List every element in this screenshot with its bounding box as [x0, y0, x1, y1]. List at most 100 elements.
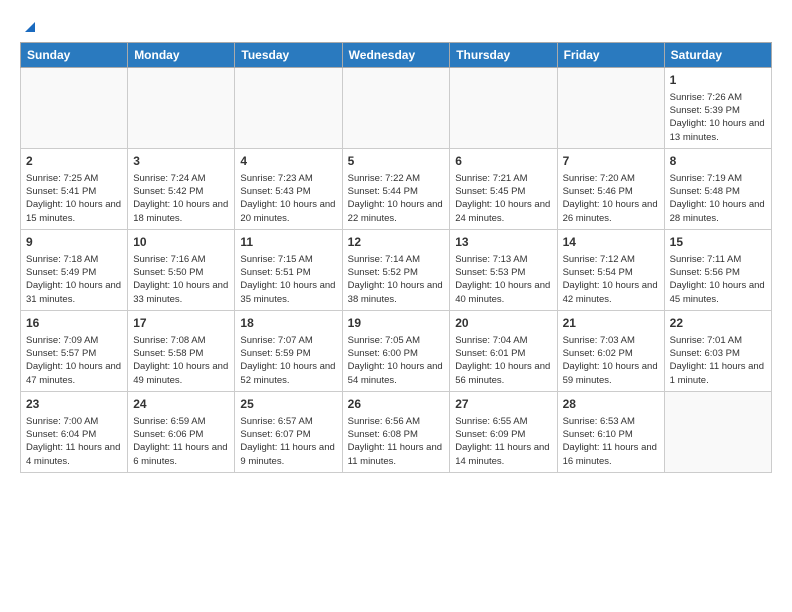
page-header: [20, 16, 772, 34]
calendar-cell: 1Sunrise: 7:26 AM Sunset: 5:39 PM Daylig…: [664, 68, 771, 149]
day-info: Sunrise: 6:53 AM Sunset: 6:10 PM Dayligh…: [563, 415, 659, 468]
day-number: 22: [670, 315, 766, 332]
calendar-cell: [128, 68, 235, 149]
calendar-header-row: SundayMondayTuesdayWednesdayThursdayFrid…: [21, 43, 772, 68]
day-number: 8: [670, 153, 766, 170]
day-number: 11: [240, 234, 336, 251]
day-number: 16: [26, 315, 122, 332]
day-info: Sunrise: 7:23 AM Sunset: 5:43 PM Dayligh…: [240, 172, 336, 225]
weekday-header: Sunday: [21, 43, 128, 68]
calendar-cell: 21 Sunrise: 7:03 AM Sunset: 6:02 PM Dayli…: [557, 310, 664, 391]
calendar-week-row: 1Sunrise: 7:26 AM Sunset: 5:39 PM Daylig…: [21, 68, 772, 149]
day-number: 26: [348, 396, 445, 413]
day-info: Sunrise: 7:00 AM Sunset: 6:04 PM Dayligh…: [26, 415, 122, 468]
day-info: Sunrise: 7:21 AM Sunset: 5:45 PM Dayligh…: [455, 172, 551, 225]
day-info: Sunrise: 7:11 AM Sunset: 5:56 PM Dayligh…: [670, 253, 766, 306]
weekday-header: Friday: [557, 43, 664, 68]
day-number: 15: [670, 234, 766, 251]
calendar-cell: 15 Sunrise: 7:11 AM Sunset: 5:56 PM Dayli…: [664, 229, 771, 310]
day-number: 5: [348, 153, 445, 170]
weekday-header: Wednesday: [342, 43, 450, 68]
day-number: 13: [455, 234, 551, 251]
day-info: Sunrise: 7:14 AM Sunset: 5:52 PM Dayligh…: [348, 253, 445, 306]
calendar-week-row: 2 Sunrise: 7:25 AM Sunset: 5:41 PM Daylig…: [21, 148, 772, 229]
day-info: Sunrise: 7:18 AM Sunset: 5:49 PM Dayligh…: [26, 253, 122, 306]
day-number: 2: [26, 153, 122, 170]
day-number: 1: [670, 72, 766, 89]
calendar-cell: 4Sunrise: 7:23 AM Sunset: 5:43 PM Daylig…: [235, 148, 342, 229]
calendar-cell: 27 Sunrise: 6:55 AM Sunset: 6:09 PM Dayli…: [450, 391, 557, 472]
calendar-cell: [557, 68, 664, 149]
calendar-cell: 18 Sunrise: 7:07 AM Sunset: 5:59 PM Dayli…: [235, 310, 342, 391]
day-info: Sunrise: 7:16 AM Sunset: 5:50 PM Dayligh…: [133, 253, 229, 306]
day-number: 19: [348, 315, 445, 332]
day-info: Sunrise: 7:19 AM Sunset: 5:48 PM Dayligh…: [670, 172, 766, 225]
day-number: 21: [563, 315, 659, 332]
day-number: 28: [563, 396, 659, 413]
day-info: Sunrise: 7:05 AM Sunset: 6:00 PM Dayligh…: [348, 334, 445, 387]
day-info: Sunrise: 7:07 AM Sunset: 5:59 PM Dayligh…: [240, 334, 336, 387]
day-number: 10: [133, 234, 229, 251]
day-number: 23: [26, 396, 122, 413]
day-number: 25: [240, 396, 336, 413]
calendar-table: SundayMondayTuesdayWednesdayThursdayFrid…: [20, 42, 772, 473]
day-info: Sunrise: 7:13 AM Sunset: 5:53 PM Dayligh…: [455, 253, 551, 306]
day-info: Sunrise: 7:25 AM Sunset: 5:41 PM Dayligh…: [26, 172, 122, 225]
day-info: Sunrise: 7:01 AM Sunset: 6:03 PM Dayligh…: [670, 334, 766, 387]
calendar-cell: [450, 68, 557, 149]
day-number: 6: [455, 153, 551, 170]
calendar-cell: 9 Sunrise: 7:18 AM Sunset: 5:49 PM Daylig…: [21, 229, 128, 310]
calendar-cell: 7Sunrise: 7:20 AM Sunset: 5:46 PM Daylig…: [557, 148, 664, 229]
calendar-body: 1Sunrise: 7:26 AM Sunset: 5:39 PM Daylig…: [21, 68, 772, 473]
day-info: Sunrise: 7:15 AM Sunset: 5:51 PM Dayligh…: [240, 253, 336, 306]
day-info: Sunrise: 7:03 AM Sunset: 6:02 PM Dayligh…: [563, 334, 659, 387]
day-number: 18: [240, 315, 336, 332]
calendar-cell: 19 Sunrise: 7:05 AM Sunset: 6:00 PM Dayli…: [342, 310, 450, 391]
calendar-cell: 25 Sunrise: 6:57 AM Sunset: 6:07 PM Dayli…: [235, 391, 342, 472]
logo: [20, 20, 37, 34]
calendar-cell: 28 Sunrise: 6:53 AM Sunset: 6:10 PM Dayli…: [557, 391, 664, 472]
calendar-cell: 16 Sunrise: 7:09 AM Sunset: 5:57 PM Dayli…: [21, 310, 128, 391]
calendar-cell: 23 Sunrise: 7:00 AM Sunset: 6:04 PM Dayli…: [21, 391, 128, 472]
day-info: Sunrise: 6:55 AM Sunset: 6:09 PM Dayligh…: [455, 415, 551, 468]
calendar-cell: 6 Sunrise: 7:21 AM Sunset: 5:45 PM Daylig…: [450, 148, 557, 229]
calendar-cell: [664, 391, 771, 472]
calendar-cell: 22 Sunrise: 7:01 AM Sunset: 6:03 PM Dayli…: [664, 310, 771, 391]
calendar-cell: 17 Sunrise: 7:08 AM Sunset: 5:58 PM Dayli…: [128, 310, 235, 391]
calendar-cell: 3 Sunrise: 7:24 AM Sunset: 5:42 PM Daylig…: [128, 148, 235, 229]
logo-triangle-icon: [21, 18, 37, 34]
weekday-header: Tuesday: [235, 43, 342, 68]
day-info: Sunrise: 6:57 AM Sunset: 6:07 PM Dayligh…: [240, 415, 336, 468]
calendar-cell: 2 Sunrise: 7:25 AM Sunset: 5:41 PM Daylig…: [21, 148, 128, 229]
day-info: Sunrise: 7:24 AM Sunset: 5:42 PM Dayligh…: [133, 172, 229, 225]
calendar-cell: [21, 68, 128, 149]
day-number: 20: [455, 315, 551, 332]
calendar-cell: [342, 68, 450, 149]
day-info: Sunrise: 7:08 AM Sunset: 5:58 PM Dayligh…: [133, 334, 229, 387]
day-info: Sunrise: 6:56 AM Sunset: 6:08 PM Dayligh…: [348, 415, 445, 468]
calendar-cell: 8 Sunrise: 7:19 AM Sunset: 5:48 PM Daylig…: [664, 148, 771, 229]
calendar-cell: 14 Sunrise: 7:12 AM Sunset: 5:54 PM Dayli…: [557, 229, 664, 310]
day-number: 17: [133, 315, 229, 332]
day-number: 9: [26, 234, 122, 251]
day-info: Sunrise: 6:59 AM Sunset: 6:06 PM Dayligh…: [133, 415, 229, 468]
day-number: 27: [455, 396, 551, 413]
day-info: Sunrise: 7:09 AM Sunset: 5:57 PM Dayligh…: [26, 334, 122, 387]
day-info: Sunrise: 7:04 AM Sunset: 6:01 PM Dayligh…: [455, 334, 551, 387]
calendar-cell: 24 Sunrise: 6:59 AM Sunset: 6:06 PM Dayli…: [128, 391, 235, 472]
calendar-cell: 13 Sunrise: 7:13 AM Sunset: 5:53 PM Dayli…: [450, 229, 557, 310]
weekday-header: Saturday: [664, 43, 771, 68]
calendar-cell: 26 Sunrise: 6:56 AM Sunset: 6:08 PM Dayli…: [342, 391, 450, 472]
day-number: 14: [563, 234, 659, 251]
calendar-cell: 12Sunrise: 7:14 AM Sunset: 5:52 PM Dayli…: [342, 229, 450, 310]
weekday-header: Thursday: [450, 43, 557, 68]
day-info: Sunrise: 7:22 AM Sunset: 5:44 PM Dayligh…: [348, 172, 445, 225]
calendar-cell: 11 Sunrise: 7:15 AM Sunset: 5:51 PM Dayli…: [235, 229, 342, 310]
calendar-cell: 10 Sunrise: 7:16 AM Sunset: 5:50 PM Dayli…: [128, 229, 235, 310]
day-number: 24: [133, 396, 229, 413]
day-info: Sunrise: 7:12 AM Sunset: 5:54 PM Dayligh…: [563, 253, 659, 306]
day-number: 7: [563, 153, 659, 170]
calendar-week-row: 9 Sunrise: 7:18 AM Sunset: 5:49 PM Daylig…: [21, 229, 772, 310]
calendar-week-row: 16 Sunrise: 7:09 AM Sunset: 5:57 PM Dayli…: [21, 310, 772, 391]
day-number: 3: [133, 153, 229, 170]
